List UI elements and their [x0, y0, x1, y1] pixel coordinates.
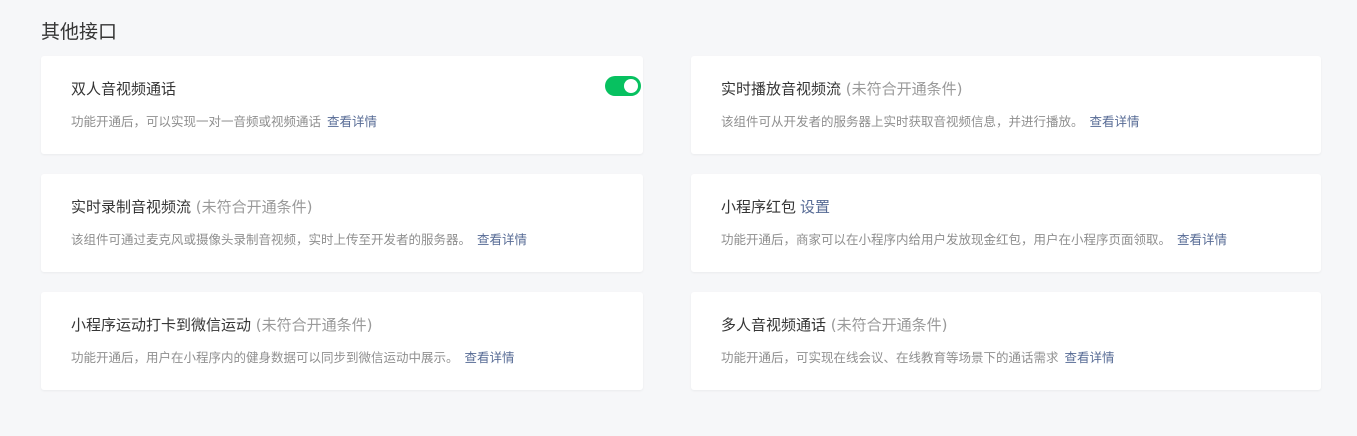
card-description-row: 该组件可从开发者的服务器上实时获取音视频信息，并进行播放。 查看详情	[721, 113, 1291, 131]
card-title-row: 多人音视频通话 (未符合开通条件)	[721, 314, 1291, 336]
card-description-row: 功能开通后，可以实现一对一音频或视频通话 查看详情	[71, 113, 613, 131]
card-title-row: 小程序红包 设置	[721, 196, 1291, 218]
card-multi-person-av-call: 多人音视频通话 (未符合开通条件) 功能开通后，可实现在线会议、在线教育等场景下…	[691, 292, 1321, 390]
card-description: 功能开通后，商家可以在小程序内给用户发放现金红包，用户在小程序页面领取。	[721, 232, 1172, 247]
settings-link[interactable]: 设置	[800, 198, 830, 216]
card-status: (未符合开通条件)	[845, 80, 963, 98]
card-live-play-av-stream: 实时播放音视频流 (未符合开通条件) 该组件可从开发者的服务器上实时获取音视频信…	[691, 56, 1321, 154]
card-description-row: 功能开通后，可实现在线会议、在线教育等场景下的通话需求 查看详情	[721, 349, 1291, 367]
toggle-knob	[624, 79, 638, 93]
view-details-link[interactable]: 查看详情	[1090, 114, 1140, 129]
card-title: 多人音视频通话	[721, 316, 827, 334]
view-details-link[interactable]: 查看详情	[465, 350, 515, 365]
view-details-link[interactable]: 查看详情	[1177, 232, 1227, 247]
card-title-row: 实时录制音视频流 (未符合开通条件)	[71, 196, 613, 218]
view-details-link[interactable]: 查看详情	[327, 114, 377, 129]
card-title-row: 实时播放音视频流 (未符合开通条件)	[721, 78, 1291, 100]
card-description: 功能开通后，可以实现一对一音频或视频通话	[71, 114, 322, 129]
card-description: 功能开通后，可实现在线会议、在线教育等场景下的通话需求	[721, 350, 1059, 365]
card-title: 小程序红包	[721, 198, 797, 216]
card-description: 该组件可通过麦克风或摄像头录制音视频，实时上传至开发者的服务器。	[71, 232, 472, 247]
card-title: 双人音视频通话	[71, 80, 177, 98]
interface-grid: 双人音视频通话 功能开通后，可以实现一对一音频或视频通话 查看详情 实时播放音视频…	[41, 56, 1321, 390]
card-live-record-av-stream: 实时录制音视频流 (未符合开通条件) 该组件可通过麦克风或摄像头录制音视频，实时…	[41, 174, 643, 272]
card-description-row: 该组件可通过麦克风或摄像头录制音视频，实时上传至开发者的服务器。 查看详情	[71, 231, 613, 249]
view-details-link[interactable]: 查看详情	[477, 232, 527, 247]
card-status: (未符合开通条件)	[195, 198, 313, 216]
card-title-row: 双人音视频通话	[71, 78, 613, 100]
card-title: 实时播放音视频流	[721, 80, 842, 98]
card-status: (未符合开通条件)	[830, 316, 948, 334]
view-details-link[interactable]: 查看详情	[1065, 350, 1115, 365]
card-sport-checkin-wechat: 小程序运动打卡到微信运动 (未符合开通条件) 功能开通后，用户在小程序内的健身数…	[41, 292, 643, 390]
card-status: (未符合开通条件)	[255, 316, 373, 334]
card-two-person-av-call: 双人音视频通话 功能开通后，可以实现一对一音频或视频通话 查看详情	[41, 56, 643, 154]
card-title: 实时录制音视频流	[71, 198, 192, 216]
section-title: 其他接口	[41, 21, 118, 43]
card-mini-program-red-packet: 小程序红包 设置 功能开通后，商家可以在小程序内给用户发放现金红包，用户在小程序页…	[691, 174, 1321, 272]
card-description-row: 功能开通后，用户在小程序内的健身数据可以同步到微信运动中展示。 查看详情	[71, 349, 613, 367]
card-description: 该组件可从开发者的服务器上实时获取音视频信息，并进行播放。	[721, 114, 1084, 129]
card-description-row: 功能开通后，商家可以在小程序内给用户发放现金红包，用户在小程序页面领取。 查看详情	[721, 231, 1291, 249]
enable-toggle[interactable]	[605, 76, 641, 96]
card-title: 小程序运动打卡到微信运动	[71, 316, 252, 334]
card-title-row: 小程序运动打卡到微信运动 (未符合开通条件)	[71, 314, 613, 336]
card-description: 功能开通后，用户在小程序内的健身数据可以同步到微信运动中展示。	[71, 350, 459, 365]
